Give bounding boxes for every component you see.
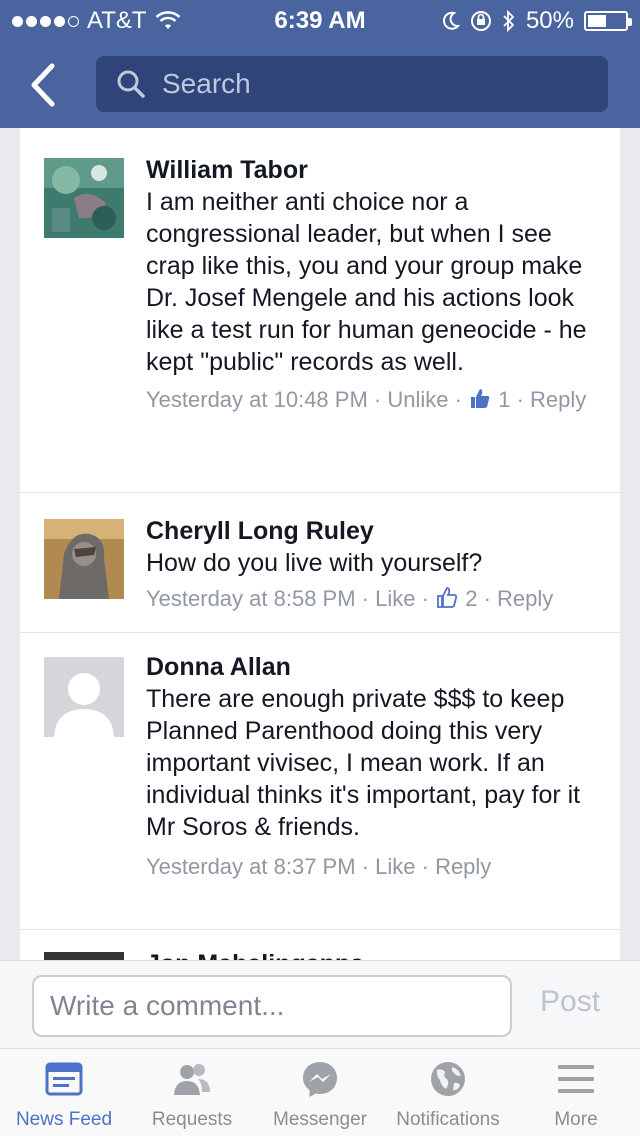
comment-text: How do you live with yourself? [146,549,483,577]
tab-label: More [554,1109,598,1130]
like-button[interactable]: Like [375,854,415,879]
comment-timestamp[interactable]: Yesterday at 8:37 PM [146,854,356,879]
globe-icon [431,1062,465,1096]
bluetooth-icon [503,10,515,32]
reply-button[interactable]: Reply [530,387,586,412]
messenger-icon [303,1062,337,1097]
like-count[interactable]: 2 [465,586,477,611]
comment-meta: Yesterday at 10:48 PM · Unlike · 1 · Rep… [146,387,587,412]
reply-button[interactable]: Reply [435,854,491,879]
unlike-button[interactable]: Unlike [387,387,448,412]
tab-notifications[interactable]: Notifications [384,1049,512,1136]
battery-percent: 50% [525,7,574,34]
like-button[interactable]: Like [375,586,415,611]
top-bar: AT&T 6:39 AM 50% Search [0,0,640,128]
comment-item: Donna Allan There are enough private $$$… [20,633,620,930]
thumbs-up-filled-icon [471,389,490,408]
avatar[interactable] [44,519,124,599]
comment-timestamp[interactable]: Yesterday at 10:48 PM [146,387,368,412]
do-not-disturb-moon-icon [442,11,460,30]
battery-icon [584,11,632,31]
avatar[interactable] [44,952,124,960]
thumbs-up-outline-icon [437,587,458,608]
status-right: 50% [442,7,632,35]
comment-timestamp[interactable]: Yesterday at 8:58 PM [146,586,356,611]
tab-requests[interactable]: Requests [128,1049,256,1136]
search-placeholder: Search [162,68,251,99]
back-chevron-icon[interactable] [24,60,64,110]
avatar[interactable] [44,158,124,238]
comment-text: I am neither anti choice nor a congressi… [146,188,587,376]
default-avatar-icon[interactable] [44,657,124,737]
comment-item: William Tabor I am neither anti choice n… [20,128,620,493]
tab-label: News Feed [15,1109,113,1130]
comment-item: Cheryll Long Ruley How do you live with … [20,493,620,633]
comment-author[interactable]: William Tabor [146,154,596,186]
friend-requests-icon [174,1064,210,1095]
comment-author[interactable]: Cheryll Long Ruley [146,515,596,547]
comment-meta: Yesterday at 8:58 PM · Like · 2 · Reply [146,586,554,611]
tab-label: Notifications [396,1109,500,1130]
comment-author[interactable]: Jon Mahalingappa [146,948,406,960]
news-feed-icon [45,1062,83,1096]
tab-label: Messenger [273,1109,367,1130]
tab-news-feed[interactable]: News Feed [0,1049,128,1136]
search-input[interactable]: Search [96,56,608,112]
comment-composer: Write a comment... Post [0,960,640,1048]
comments-list[interactable]: William Tabor I am neither anti choice n… [20,128,620,960]
comment-text: There are enough private $$$ to keep Pla… [146,685,581,841]
comment-input[interactable]: Write a comment... [32,975,512,1037]
orientation-lock-icon [470,11,491,31]
comment-author[interactable]: Donna Allan [146,651,596,683]
tab-label: Requests [151,1109,233,1130]
post-button[interactable]: Post [540,985,600,1019]
comment-meta: Yesterday at 8:37 PM · Like · Reply [146,854,492,879]
tab-more[interactable]: More [512,1049,640,1136]
menu-icon [558,1065,594,1093]
reply-button[interactable]: Reply [497,586,553,611]
like-count[interactable]: 1 [498,387,510,412]
search-icon [117,70,145,98]
tab-messenger[interactable]: Messenger [256,1049,384,1136]
bottom-tab-bar: News Feed Requests Messenger Notificatio… [0,1048,640,1136]
status-bar: AT&T 6:39 AM 50% [0,0,640,40]
